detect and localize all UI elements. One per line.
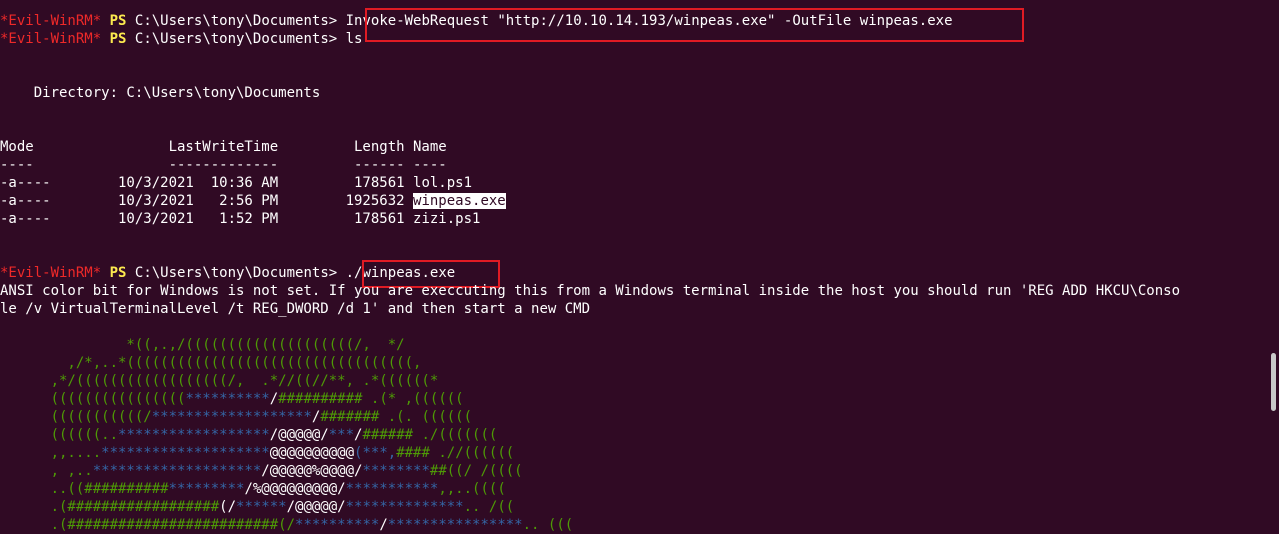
ascii-art-segment: ((((((.. (0, 427, 119, 443)
file-row: -a---- 10/3/2021 10:36 AM 178561 lol.ps1 (0, 174, 472, 192)
ascii-art-segment: (/ (219, 499, 237, 515)
ascii-art-line: ..((##########*********/%@@@@@@@@@/*****… (0, 480, 506, 498)
ascii-art-segment: (((((((((((((((( (0, 391, 186, 407)
ascii-art-segment: ********** (295, 517, 380, 533)
ascii-art-segment: / (379, 517, 388, 533)
ascii-art-segment: ****************** (118, 427, 270, 443)
file-name-selected[interactable]: winpeas.exe (413, 193, 506, 209)
prompt-ps: PS (109, 265, 127, 281)
prompt-line-2: *Evil-WinRM* PS C:\Users\tony\Documents>… (0, 30, 362, 48)
ascii-art-segment: ,/*,..*(((((((((((((((((((((((((((((((((… (0, 355, 422, 371)
ascii-art-segment: #### .//(((((( (396, 445, 515, 461)
ascii-art-segment: /%@@@@@@@@@/ (244, 481, 346, 497)
ascii-art-segment: ******************** (92, 463, 262, 479)
ascii-art-line: ,*/((((((((((((((((((/, .*//((//**, .*((… (0, 372, 439, 390)
ascii-art-segment: @@@@@@@@@@ (269, 445, 355, 461)
ascii-art-segment: **************** (387, 517, 523, 533)
ascii-art-segment: /@@@@@/ (269, 427, 329, 443)
ascii-art-segment: , ,.. (0, 463, 93, 479)
ascii-art-segment: ,*/((((((((((((((((((/, .*//((//**, .*((… (0, 373, 439, 389)
ascii-art-segment: ##((/ /(((( (429, 463, 523, 479)
ascii-art-segment: /@@@@@%@@@@/ (261, 463, 363, 479)
file-row: -a---- 10/3/2021 1:52 PM 178561 zizi.ps1 (0, 210, 480, 228)
ascii-art-segment: *((,.,/((((((((((((((((((((/, */ (0, 337, 405, 353)
prompt-path: C:\Users\tony\Documents> (134, 265, 338, 281)
ascii-art-segment: ####### .(. (((((( (320, 409, 473, 425)
ascii-art-segment: ******** (362, 463, 430, 479)
ascii-art-segment: ******************** (101, 445, 270, 461)
file-row: -a---- 10/3/2021 2:56 PM 1925632 winpeas… (0, 192, 506, 210)
ascii-art-segment: ******************* (151, 409, 312, 425)
ascii-art-segment: *** (328, 427, 355, 443)
terminal-output[interactable]: *Evil-WinRM* PS C:\Users\tony\Documents>… (0, 0, 1266, 533)
ascii-art-segment: ..((########## (0, 481, 169, 497)
ascii-art-line: , ,..********************/@@@@@%@@@@/***… (0, 462, 523, 480)
warning-line: le /v VirtualTerminalLevel /t REG_DWORD … (0, 301, 591, 317)
ascii-art-segment: ********** (185, 391, 270, 407)
prompt-host: *Evil-WinRM* (0, 13, 102, 29)
prompt-path: C:\Users\tony\Documents> (134, 13, 338, 29)
ascii-art-line: ,/*,..*(((((((((((((((((((((((((((((((((… (0, 354, 421, 372)
prompt-ps: PS (109, 31, 127, 47)
directory-line: Directory: C:\Users\tony\Documents (0, 85, 321, 101)
ascii-art-segment: .(################## (0, 499, 220, 515)
ascii-art-segment: (***, (354, 445, 397, 461)
command-text: ls (345, 31, 363, 47)
ascii-art-segment: .. /(( (463, 499, 515, 515)
prompt-ps: PS (109, 13, 127, 29)
ascii-art-line: ((((((..******************/@@@@@/***/###… (0, 426, 498, 444)
ascii-art-line: (((((((((((/*******************/####### … (0, 408, 472, 426)
ascii-art-line: ((((((((((((((((**********/########## .(… (0, 390, 464, 408)
scrollbar-thumb[interactable] (1271, 353, 1276, 411)
ascii-art-segment: ****** (236, 499, 287, 515)
prompt-host: *Evil-WinRM* (0, 31, 102, 47)
warning-line: ANSI color bit for Windows is not set. I… (0, 283, 1181, 299)
listing-header: Mode LastWriteTime Length Name (0, 139, 447, 155)
ascii-art-segment: ************** (345, 499, 464, 515)
file-row-info: -a---- 10/3/2021 10:36 AM 178561 (0, 175, 414, 191)
ascii-art-segment: .. ((( (522, 517, 574, 533)
ascii-art-segment: .(#########################(/ (0, 517, 296, 533)
ascii-art-segment: /@@@@@/ (286, 499, 346, 515)
ascii-art-segment: ########## .(* ,(((((( (278, 391, 464, 407)
ascii-art-line: .(#########################(/**********/… (0, 516, 574, 534)
file-row-info: -a---- 10/3/2021 1:52 PM 178561 (0, 211, 414, 227)
file-name: lol.ps1 (413, 175, 473, 191)
scrollbar[interactable] (1266, 0, 1279, 523)
ascii-art-line: ,,....********************@@@@@@@@@@(***… (0, 444, 515, 462)
prompt-host: *Evil-WinRM* (0, 265, 102, 281)
ascii-art-segment: ###### ./((((((( (362, 427, 498, 443)
ascii-art-segment: (((((((((((/ (0, 409, 152, 425)
ascii-art-segment: ,,.... (0, 445, 102, 461)
file-name: zizi.ps1 (413, 211, 481, 227)
file-row-info: -a---- 10/3/2021 2:56 PM 1925632 (0, 193, 414, 209)
ascii-art-segment: ,,..(((( (438, 481, 506, 497)
ascii-art-line: *((,.,/((((((((((((((((((((/, */ (0, 336, 405, 354)
ascii-art-segment: *********** (345, 481, 439, 497)
ascii-art-segment: / (269, 391, 279, 407)
command-highlight-box (365, 8, 1024, 42)
listing-separator: ---- ------------- ------ ---- (0, 157, 447, 173)
ascii-art-segment: ********* (168, 481, 245, 497)
ascii-art-line: .(##################(/******/@@@@@/*****… (0, 498, 515, 516)
prompt-path: C:\Users\tony\Documents> (134, 31, 338, 47)
